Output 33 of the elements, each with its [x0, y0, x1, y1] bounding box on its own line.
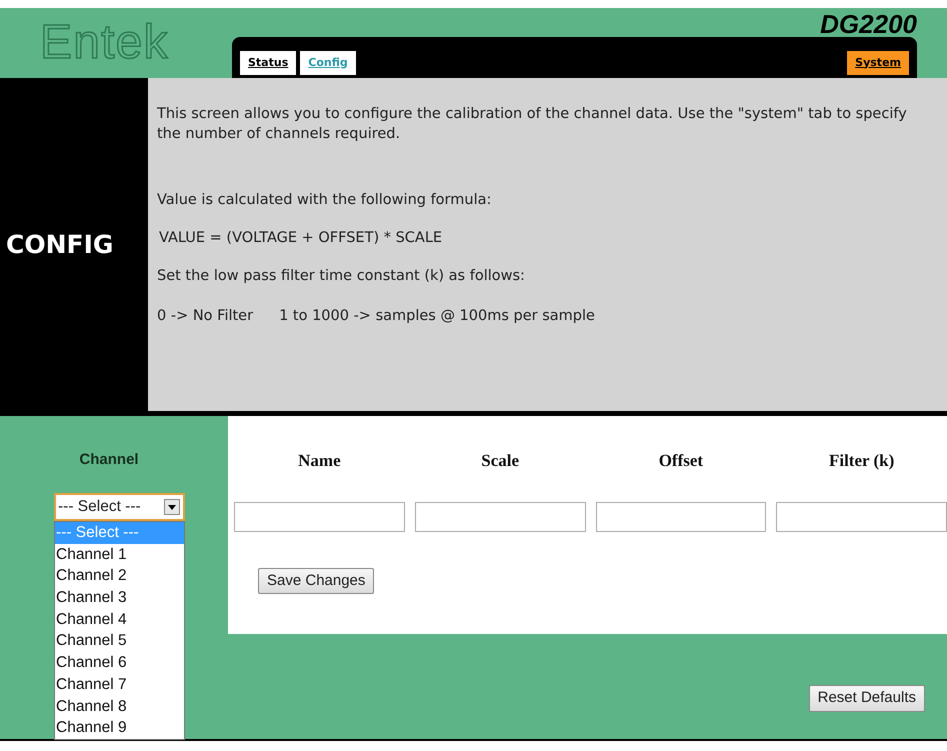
- section-heading: CONFIG: [5, 228, 114, 261]
- description-text: VALUE = (VOLTAGE + OFFSET) * SCALE: [158, 229, 444, 248]
- dropdown-option[interactable]: Channel 4: [55, 608, 184, 630]
- description-text: Value is calculated with the following formula:: [157, 191, 492, 210]
- nav-tab[interactable]: Status: [240, 50, 296, 75]
- logo: Entek: [40, 19, 169, 67]
- filter-note: 0 -> No Filter: [157, 307, 254, 326]
- column-heading: Offset: [658, 450, 704, 472]
- column-heading: Channel: [79, 450, 140, 470]
- save-button[interactable]: Save Changes: [258, 568, 374, 594]
- nav-tab[interactable]: System: [847, 50, 909, 75]
- filter-note: 1 to 1000 -> samples @ 100ms per sample: [279, 307, 595, 326]
- reset-button[interactable]: Reset Defaults: [808, 685, 925, 712]
- dropdown-option[interactable]: Channel 6: [55, 652, 184, 674]
- dropdown-option[interactable]: Channel 2: [55, 565, 184, 588]
- channel-dropdown[interactable]: --- Select ---: [54, 493, 185, 521]
- dropdown-option[interactable]: Channel 7: [55, 674, 184, 696]
- column-heading: Filter (k): [828, 450, 896, 472]
- input-field[interactable]: [596, 502, 766, 532]
- dropdown-option[interactable]: Channel 8: [55, 696, 184, 718]
- input-field[interactable]: [414, 502, 586, 532]
- column-heading: Name: [297, 450, 342, 472]
- model-title: DG2200: [820, 11, 917, 37]
- dropdown-option[interactable]: Channel 5: [55, 630, 184, 652]
- dropdown-value: --- Select ---: [58, 497, 141, 518]
- input-field[interactable]: [776, 502, 947, 532]
- dropdown-option[interactable]: Channel 3: [55, 587, 184, 609]
- description-text: This screen allows you to configure the calibration of the channel data. Use the "system" tab to specify the number of channels required.: [157, 105, 907, 144]
- column-heading: Scale: [480, 450, 520, 472]
- dropdown-option[interactable]: Channel 9: [55, 717, 184, 739]
- input-field[interactable]: [234, 502, 405, 532]
- dropdown-option[interactable]: Channel 1: [55, 544, 184, 566]
- description-text: Set the low pass filter time constant (k) as follows:: [157, 267, 526, 286]
